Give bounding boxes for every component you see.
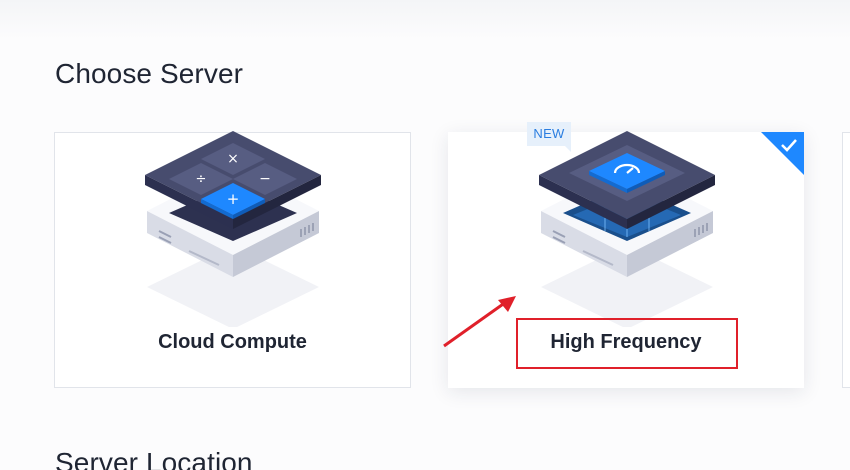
cpu-speedometer-icon (539, 131, 715, 327)
deploy-page: Choose Server × ÷ − + Cloud Compute NEW … (0, 0, 850, 470)
server-type-label: High Frequency (550, 331, 702, 353)
server-type-card-partial[interactable] (842, 132, 850, 388)
server-location-title: Server Location (55, 447, 253, 470)
cpu-calculator-icon: × ÷ − + (145, 131, 321, 327)
selected-check-icon (761, 132, 804, 175)
top-header-shade (0, 0, 850, 40)
svg-text:÷: ÷ (196, 172, 207, 187)
server-type-card-high-frequency[interactable]: NEW High Frequency (448, 122, 804, 388)
choose-server-title: Choose Server (55, 58, 244, 89)
svg-text:−: − (259, 171, 271, 187)
svg-text:+: + (227, 190, 240, 208)
server-type-label: Cloud Compute (158, 331, 307, 353)
server-type-card-cloud-compute[interactable]: × ÷ − + Cloud Compute (54, 131, 411, 388)
svg-text:×: × (227, 151, 239, 167)
